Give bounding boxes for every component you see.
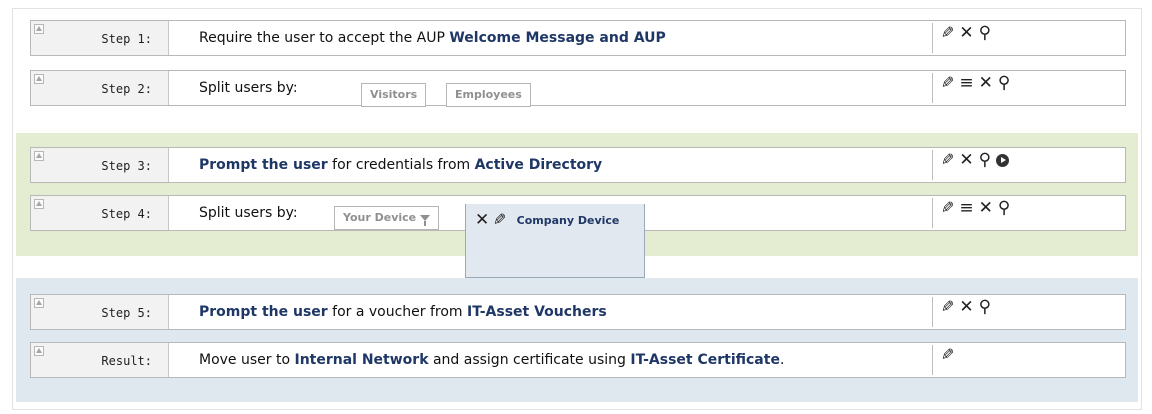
step-cell: Result: <box>31 343 169 377</box>
step-description: Prompt the user for a voucher from IT-As… <box>199 304 607 320</box>
close-icon[interactable]: ✕ <box>979 73 993 93</box>
workflow-row: Step 3: Prompt the user for credentials … <box>30 147 1126 183</box>
desc-text: Split users by: <box>199 80 298 96</box>
row-actions: ✎ <box>932 345 954 375</box>
magnifier-icon[interactable]: ⚲ <box>979 150 991 170</box>
split-tab-visitors[interactable]: Visitors <box>361 83 427 107</box>
workflow-row: Step 2: Split users by: Visitors Employe… <box>30 70 1126 107</box>
desc-text: Move user to <box>199 352 295 368</box>
workflow-row: Step 5: Prompt the user for a voucher fr… <box>30 294 1126 330</box>
pencil-icon[interactable]: ✎ <box>941 73 954 93</box>
step-description: Require the user to accept the AUP Welco… <box>199 30 666 46</box>
desc-link[interactable]: Prompt the user <box>199 304 328 320</box>
step-cell: Step 4: <box>31 196 169 230</box>
close-icon[interactable]: ✕ <box>959 297 973 317</box>
desc-text: and assign certificate using <box>428 352 631 368</box>
desc-link[interactable]: IT-Asset Vouchers <box>467 304 607 320</box>
collapse-toggle[interactable] <box>34 298 44 308</box>
desc-link[interactable]: Prompt the user <box>199 157 328 173</box>
workflow-row: Step 1: Require the user to accept the A… <box>30 20 1126 56</box>
filter-icon[interactable] <box>420 215 431 226</box>
step-label: Step 3: <box>101 159 152 173</box>
desc-text: for a voucher from <box>327 304 468 320</box>
magnifier-icon[interactable]: ⚲ <box>998 73 1010 93</box>
split-tab-your-device[interactable]: Your Device <box>334 206 440 230</box>
desc-text: Require the user to accept the AUP <box>199 30 450 46</box>
desc-text: . <box>779 352 785 368</box>
workflow-row: Result: Move user to Internal Network an… <box>30 342 1126 378</box>
step-label: Step 5: <box>101 306 152 320</box>
tab-label: Your Device <box>343 211 417 224</box>
desc-text: Split users by: <box>199 205 298 221</box>
active-tab-label[interactable]: Company Device <box>517 214 620 227</box>
play-icon[interactable] <box>996 154 1010 167</box>
step-cell: Step 2: <box>31 71 169 105</box>
magnifier-icon[interactable]: ⚲ <box>979 297 991 317</box>
step-label: Step 4: <box>101 207 152 221</box>
desc-text: for credentials from <box>327 157 475 173</box>
desc-link[interactable]: Welcome Message and AUP <box>449 30 665 46</box>
step-cell: Step 1: <box>31 21 169 55</box>
magnifier-icon[interactable]: ⚲ <box>979 23 991 43</box>
row-actions: ✎ ✕ ⚲ <box>932 150 1010 180</box>
pencil-icon[interactable]: ✎ <box>941 345 954 365</box>
tab-header: ✕ ✎ Company Device <box>475 210 619 230</box>
row-actions: ✎ ✕ ⚲ <box>932 23 991 53</box>
collapse-toggle[interactable] <box>34 24 44 34</box>
close-icon[interactable]: ✕ <box>979 198 993 218</box>
close-icon[interactable]: ✕ <box>959 150 973 170</box>
pencil-icon[interactable]: ✎ <box>493 210 506 230</box>
collapse-toggle[interactable] <box>34 199 44 209</box>
step-description: Split users by: <box>199 205 298 221</box>
step-description: Prompt the user for credentials from Act… <box>199 157 602 173</box>
list-icon[interactable]: ≡ <box>959 73 973 93</box>
pencil-icon[interactable]: ✎ <box>941 198 954 218</box>
desc-link[interactable]: Active Directory <box>475 157 603 173</box>
result-label: Result: <box>101 354 152 368</box>
company-device-tab-panel: ✕ ✎ Company Device <box>465 204 645 278</box>
step-cell: Step 3: <box>31 148 169 182</box>
pencil-icon[interactable]: ✎ <box>941 23 954 43</box>
magnifier-icon[interactable]: ⚲ <box>998 198 1010 218</box>
row-actions: ✎ ≡ ✕ ⚲ <box>932 73 1010 103</box>
close-icon[interactable]: ✕ <box>475 210 489 230</box>
close-icon[interactable]: ✕ <box>959 23 973 43</box>
pencil-icon[interactable]: ✎ <box>941 150 954 170</box>
step-cell: Step 5: <box>31 295 169 329</box>
step-description: Move user to Internal Network and assign… <box>199 352 784 368</box>
step-description: Split users by: <box>199 80 298 96</box>
collapse-toggle[interactable] <box>34 74 44 84</box>
row-actions: ✎ ≡ ✕ ⚲ <box>932 198 1010 228</box>
collapse-toggle[interactable] <box>34 346 44 356</box>
collapse-toggle[interactable] <box>34 151 44 161</box>
desc-link[interactable]: IT-Asset Certificate <box>630 352 780 368</box>
split-tab-employees[interactable]: Employees <box>446 83 531 107</box>
row-actions: ✎ ✕ ⚲ <box>932 297 991 327</box>
step-label: Step 2: <box>101 82 152 96</box>
pencil-icon[interactable]: ✎ <box>941 297 954 317</box>
desc-link[interactable]: Internal Network <box>294 352 428 368</box>
step-label: Step 1: <box>101 32 152 46</box>
list-icon[interactable]: ≡ <box>959 198 973 218</box>
